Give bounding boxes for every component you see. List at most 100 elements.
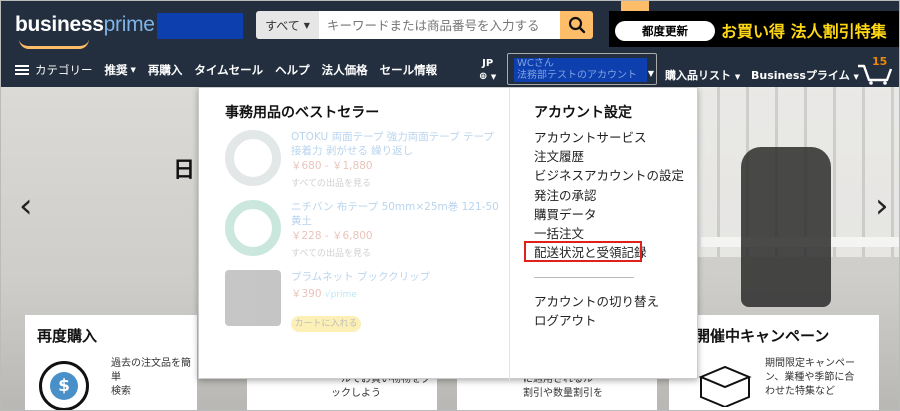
account-settings-title: アカウント設定 xyxy=(534,105,632,121)
strip-text-line-2: 割引や数量割引を xyxy=(523,388,603,399)
bestseller-item-price: ￥390 √prime xyxy=(291,286,357,301)
cart-count: 15 xyxy=(872,55,888,68)
nav-item-label: 再購入 xyxy=(147,63,183,77)
account-link-purchase-data[interactable]: 購買データ xyxy=(534,205,684,224)
account-dropdown: 事務用品のベストセラー OTOKU 両面テープ 強力両面テープ テープ 接着力 … xyxy=(198,87,698,380)
nav-item-label: セール情報 xyxy=(379,63,438,77)
bestseller-item-price-value: ￥390 xyxy=(291,288,322,300)
account-links-secondary: アカウントの切り替え ログアウト xyxy=(534,292,659,330)
bestseller-item-price: ￥680 - ￥1,880 xyxy=(291,160,373,172)
promo-tab xyxy=(621,1,649,11)
cloth-tape-image xyxy=(225,200,281,256)
nav-business-prime-label: Businessプライム xyxy=(751,69,850,82)
bestseller-title: 事務用品のベストセラー xyxy=(225,105,380,121)
box-icon xyxy=(698,365,752,407)
highlight-box xyxy=(524,241,642,262)
dropdown-divider xyxy=(509,88,510,380)
logo-prime: prime xyxy=(103,13,155,36)
hero-title: 日 xyxy=(173,158,196,183)
bestseller-item-price: ￥228 - ￥6,800 xyxy=(291,230,373,242)
account-link-switch-account[interactable]: アカウントの切り替え xyxy=(534,292,659,311)
region-code: JP xyxy=(482,58,494,69)
search-category-label: すべて xyxy=(265,18,300,33)
dollar-coin-icon: $ xyxy=(39,361,89,410)
nav-item-help[interactable]: ヘルプ xyxy=(275,62,310,78)
nav-item-business-price[interactable]: 法人価格 xyxy=(322,62,368,78)
card-desc-line-1: 期間限定キャンペー xyxy=(765,358,855,369)
globe-icon: ⊕ xyxy=(479,71,488,82)
search-category-dropdown[interactable]: すべて ▼ xyxy=(256,11,319,39)
nav-item-sale-info[interactable]: セール情報 xyxy=(380,62,438,78)
account-menu-trigger[interactable]: WCさん 法務部テストのアカウント ▼ xyxy=(507,53,657,85)
account-name-redacted: WCさん 法務部テストのアカウント xyxy=(514,58,647,82)
bestseller-item[interactable]: プラムネット ブッククリップ ￥390 √prime カートに入れる xyxy=(225,270,495,334)
account-links-separator xyxy=(534,277,634,278)
bestseller-item-title: プラムネット ブッククリップ xyxy=(291,271,431,283)
business-prime-logo[interactable]: businessprime xyxy=(15,13,155,37)
hamburger-icon xyxy=(15,65,29,75)
nav-item-label: 推奨 xyxy=(104,63,128,77)
logo-business: business xyxy=(15,13,104,36)
nav-categories[interactable]: カテゴリー xyxy=(15,62,93,78)
carousel-prev-button[interactable]: ‹ xyxy=(19,186,33,226)
nav-item-label: 法人価格 xyxy=(321,63,368,77)
promo-pill: 都度更新 xyxy=(615,21,715,41)
add-to-cart-button[interactable]: カートに入れる xyxy=(291,316,361,332)
book-clip-image xyxy=(225,270,281,326)
bestseller-item-title: OTOKU 両面テープ 強力両面テープ テープ 接着力 剥がせる 繰り返し xyxy=(291,131,494,157)
prime-badge: √prime xyxy=(324,290,357,300)
search-icon xyxy=(568,16,585,34)
account-sub: 法務部テストのアカウント xyxy=(517,70,637,81)
nav-purchase-lists-label: 購入品リスト xyxy=(665,69,731,82)
card-desc-line-3: わせた特集など xyxy=(765,386,835,397)
campaign-card[interactable]: 開催中キャンペーン 期間限定キャンペー ン、業種や季節に合 わせた特集など xyxy=(669,315,879,410)
search-bar: すべて ▼ xyxy=(256,11,593,39)
smile-arrow-icon xyxy=(19,39,89,49)
nav-item-label: ヘルプ xyxy=(275,63,310,77)
nav-item-label: タイムセール xyxy=(194,63,264,77)
card-desc: 期間限定キャンペー ン、業種や季節に合 わせた特集など xyxy=(765,357,855,399)
card-title: 再度購入 xyxy=(37,327,98,345)
nav-categories-label: カテゴリー xyxy=(35,63,93,77)
bestseller-item-offers: すべての出品を見る xyxy=(291,179,372,189)
carousel-next-button[interactable]: › xyxy=(875,186,889,226)
caret-down-icon: ▼ xyxy=(734,73,741,81)
nav-item-recommended[interactable]: 推奨 ▼ xyxy=(105,62,136,78)
card-desc-line-1: 過去の注文品を簡単 xyxy=(111,358,191,383)
site-header: businessprime すべて ▼ 都度更新 お買い得 法人割引特集 カテゴ… xyxy=(1,1,899,87)
caret-down-icon: ▼ xyxy=(490,73,497,81)
hero-chair-image xyxy=(741,147,831,307)
caret-down-icon: ▼ xyxy=(130,66,136,74)
nav-purchase-lists[interactable]: 購入品リスト ▼ xyxy=(665,67,740,83)
search-input[interactable] xyxy=(319,11,560,39)
account-link-business-settings[interactable]: ビジネスアカウントの設定 xyxy=(534,166,684,185)
card-title: 開催中キャンペーン xyxy=(695,327,830,345)
card-desc-line-2: ン、業種や季節に合 xyxy=(765,372,855,383)
bestseller-panel: 事務用品のベストセラー OTOKU 両面テープ 強力両面テープ テープ 接着力 … xyxy=(199,88,509,380)
bestseller-item[interactable]: OTOKU 両面テープ 強力両面テープ テープ 接着力 剥がせる 繰り返し ￥6… xyxy=(225,130,495,190)
account-link-logout[interactable]: ログアウト xyxy=(534,311,659,330)
card-desc: 過去の注文品を簡単 検索 xyxy=(111,357,197,399)
account-link-approvals[interactable]: 発注の承認 xyxy=(534,186,684,205)
page-frame: businessprime すべて ▼ 都度更新 お買い得 法人割引特集 カテゴ… xyxy=(0,0,900,411)
nav-item-time-sale[interactable]: タイムセール xyxy=(194,62,263,78)
promo-text: お買い得 法人割引特集 xyxy=(721,22,887,41)
caret-down-icon: ▼ xyxy=(303,20,310,30)
promo-banner[interactable]: 都度更新 お買い得 法人割引特集 xyxy=(609,1,899,47)
company-logo-redacted xyxy=(157,13,243,39)
account-link-account-service[interactable]: アカウントサービス xyxy=(534,128,684,147)
search-button[interactable] xyxy=(560,11,593,39)
nav-business-prime[interactable]: Businessプライム ▼ xyxy=(751,67,859,83)
card-desc-line-2: 検索 xyxy=(111,386,131,397)
bestseller-item-title: ニチバン 布テープ 50mm×25m巻 121-50 黄土 xyxy=(291,201,499,227)
bestseller-item-offers: すべての出品を見る xyxy=(291,249,372,259)
region-selector[interactable]: JP ⊕ ▼ xyxy=(479,57,496,84)
account-greeting: WCさん xyxy=(517,58,554,69)
bestseller-item[interactable]: ニチバン 布テープ 50mm×25m巻 121-50 黄土 ￥228 - ￥6,… xyxy=(225,200,499,260)
nav-item-buy-again[interactable]: 再購入 xyxy=(148,62,183,78)
caret-down-icon: ▼ xyxy=(647,69,654,78)
cart-button[interactable]: 15 xyxy=(857,55,893,85)
strip-text-line-2: ックしよう xyxy=(331,388,381,399)
double-sided-tape-image xyxy=(225,130,281,186)
account-link-order-history[interactable]: 注文履歴 xyxy=(534,147,684,166)
